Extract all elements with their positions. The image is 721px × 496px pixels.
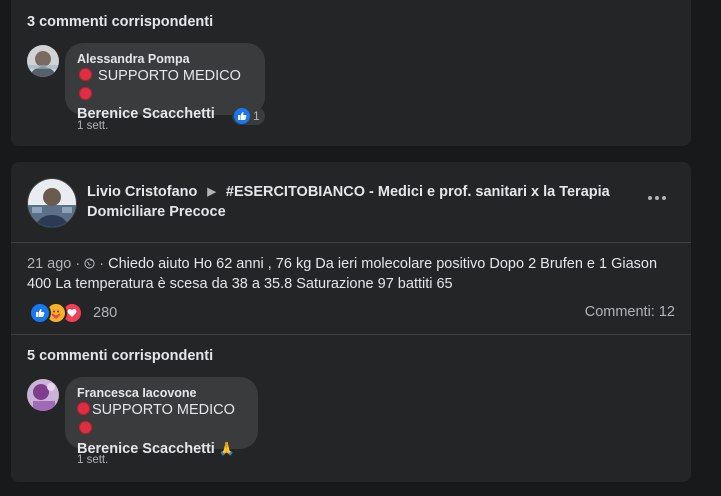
like-icon <box>29 302 51 324</box>
divider <box>11 242 691 243</box>
post-header: Livio Cristofano ▶ #ESERCITOBIANCO - Med… <box>87 182 617 222</box>
matching-comments-label[interactable]: 3 commenti corrispondenti <box>27 14 213 30</box>
group-arrow-icon: ▶ <box>207 186 216 198</box>
like-icon <box>234 108 250 124</box>
post-date[interactable]: 21 ago <box>27 256 71 272</box>
comment-reaction-chip[interactable]: 1 <box>232 107 265 125</box>
more-options-icon[interactable] <box>645 190 669 206</box>
comment-author[interactable]: Francesca Iacovone <box>77 385 246 401</box>
post-text: Chiedo aiuto Ho 62 anni , 76 kg Da ieri … <box>27 256 658 292</box>
divider <box>11 334 691 335</box>
red-circle-emoji <box>79 68 92 81</box>
folded-hands-emoji: 🙏 <box>218 441 236 456</box>
reactions-summary[interactable]: 280 <box>29 302 117 324</box>
matching-comments-label[interactable]: 5 commenti corrispondenti <box>27 348 213 364</box>
previous-post-card: 3 commenti corrispondenti Alessandra Pom… <box>11 0 691 146</box>
post-card: Livio Cristofano ▶ #ESERCITOBIANCO - Med… <box>11 162 691 482</box>
avatar[interactable] <box>27 379 59 411</box>
comments-count-link[interactable]: Commenti: 12 <box>585 304 675 320</box>
post-body: 21 ago · · Chiedo aiuto Ho 62 anni , 76 … <box>27 254 677 294</box>
comment-line-1: SUPPORTO MEDICO <box>77 67 253 105</box>
post-meta-separator: · <box>99 256 109 272</box>
globe-icon <box>84 256 99 272</box>
comment-time[interactable]: 1 sett. <box>77 454 108 466</box>
comment-bubble: Francesca Iacovone SUPPORTO MEDICO Beren… <box>65 377 258 457</box>
comment-text-1: SUPPORTO MEDICO <box>92 402 235 418</box>
red-circle-emoji <box>79 87 92 100</box>
like-count: 1 <box>253 109 260 123</box>
post-author[interactable]: Livio Cristofano <box>87 184 197 200</box>
reactions-count: 280 <box>93 305 118 321</box>
comment-time[interactable]: 1 sett. <box>77 120 108 132</box>
comment-author[interactable]: Alessandra Pompa <box>77 51 253 67</box>
red-circle-emoji <box>79 421 92 434</box>
avatar[interactable] <box>27 45 59 77</box>
red-circle-emoji <box>77 402 90 415</box>
avatar[interactable] <box>27 178 77 228</box>
comment-bubble: Alessandra Pompa SUPPORTO MEDICO Berenic… <box>65 43 265 122</box>
comment-line-1: SUPPORTO MEDICO <box>77 401 246 439</box>
comment-text-1: SUPPORTO MEDICO <box>98 68 241 84</box>
post-meta-separator: · <box>75 256 85 272</box>
